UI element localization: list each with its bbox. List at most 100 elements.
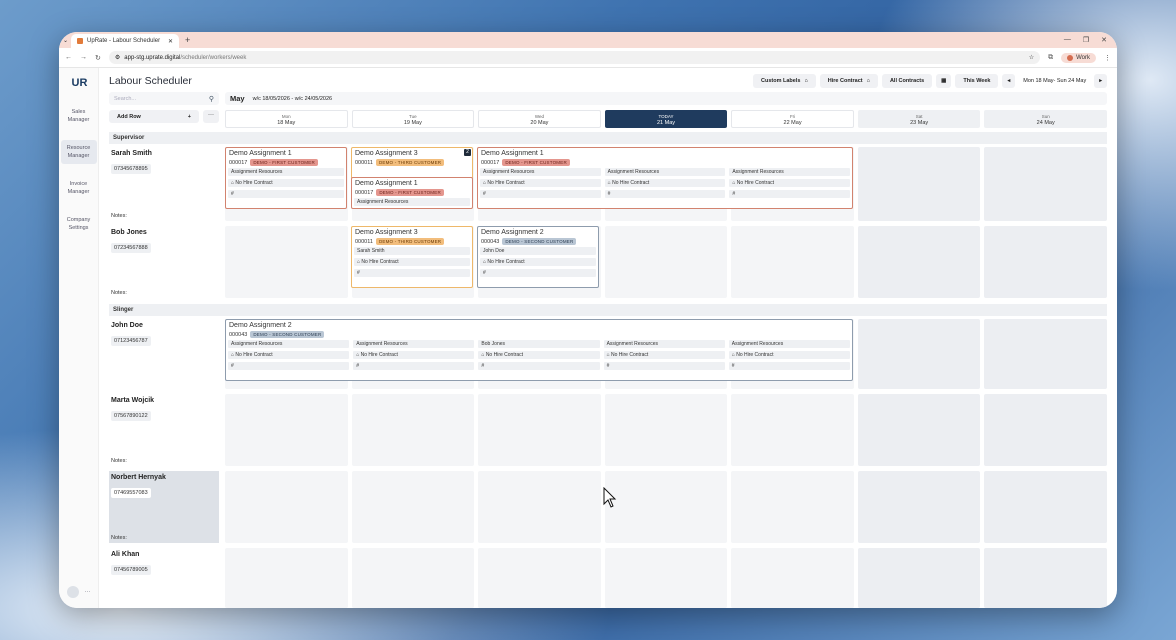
assignment-card[interactable]: Demo Assignment 1 000017 DEMO - FIRST CUS… (477, 147, 853, 209)
browser-tab[interactable]: UpRate - Labour Scheduler ✕ (71, 34, 180, 48)
day-cell[interactable] (225, 226, 348, 298)
day-header-sun[interactable]: Sun 24 May (984, 110, 1107, 128)
close-window-icon[interactable]: ✕ (1101, 36, 1107, 44)
add-row-button[interactable]: Add Row + (109, 110, 199, 123)
day-cell[interactable] (478, 548, 601, 608)
day-cell[interactable] (604, 394, 728, 466)
day-header-wed[interactable]: Wed 20 May (478, 110, 601, 128)
stack-count-badge[interactable]: 2 (464, 149, 471, 156)
assignment-resources[interactable]: Assignment Resources (354, 198, 470, 206)
day-cell[interactable] (984, 548, 1107, 608)
custom-labels-button[interactable]: Custom Labels ⌂ (753, 74, 816, 88)
maximize-icon[interactable]: ❐ (1083, 36, 1089, 44)
site-info-icon[interactable]: ⚙ (115, 54, 120, 61)
day-cell[interactable] (225, 548, 348, 608)
day-cell[interactable] (731, 226, 854, 298)
user-avatar[interactable] (66, 586, 79, 598)
worker-cell[interactable]: Sarah Smith 07345678895 Notes: (109, 147, 219, 221)
minimize-icon[interactable]: — (1064, 36, 1071, 44)
day-cell[interactable] (857, 147, 981, 221)
day-cell[interactable] (857, 394, 981, 466)
day-cell[interactable] (731, 394, 854, 466)
day-cell[interactable] (351, 394, 475, 466)
notes-label[interactable]: Notes: (111, 213, 127, 219)
prev-week-button[interactable]: ◂ (1002, 74, 1016, 88)
day-cell[interactable] (857, 226, 981, 298)
worker-cell[interactable]: Norbert Hernyak 07469557083 Notes: (109, 471, 219, 543)
reload-icon[interactable]: ↻ (95, 54, 101, 62)
uprate-logo[interactable]: UR (72, 76, 88, 90)
assigned-worker[interactable]: Sarah Smith (354, 247, 470, 255)
tab-close-icon[interactable]: ✕ (168, 38, 173, 45)
assignment-resources[interactable]: Assignment Resources (603, 340, 725, 348)
day-cell[interactable] (604, 226, 728, 298)
day-cell[interactable] (857, 471, 981, 543)
day-cell[interactable] (604, 471, 728, 543)
day-cell[interactable] (984, 147, 1107, 221)
search-icon[interactable]: ⚲ (209, 95, 214, 103)
day-header-sat[interactable]: Sat 23 May (857, 110, 981, 128)
day-cell[interactable] (604, 548, 728, 608)
day-header-mon[interactable]: Mon 18 May (225, 110, 348, 128)
sidebar-item-resource-manager[interactable]: Resource Manager (60, 140, 97, 164)
worker-cell[interactable]: John Doe 07123456787 (109, 319, 219, 389)
assignment-resources[interactable]: Assignment Resources (353, 340, 475, 348)
day-cell[interactable] (478, 394, 601, 466)
assignment-resources[interactable]: Assignment Resources (604, 168, 726, 176)
day-header-fri[interactable]: Fri 22 May (731, 110, 854, 128)
assignment-resources[interactable]: Assignment Resources (728, 340, 850, 348)
notes-label[interactable]: Notes: (111, 290, 127, 296)
day-cell[interactable] (225, 471, 348, 543)
assignment-card[interactable]: Demo Assignment 3 000011 DEMO - THIRD CUS… (351, 226, 473, 288)
bookmark-star-icon[interactable]: ☆ (1029, 54, 1034, 61)
assignment-card[interactable]: Demo Assignment 1 000017 DEMO - FIRST CUS… (225, 147, 347, 209)
day-cell[interactable] (351, 471, 475, 543)
calendar-button[interactable]: ▦ (936, 74, 952, 88)
day-cell[interactable] (984, 394, 1107, 466)
new-tab-button[interactable]: + (185, 35, 190, 45)
notes-label[interactable]: Notes: (111, 535, 127, 541)
notes-label[interactable]: Notes: (111, 458, 127, 464)
browser-menu-icon[interactable]: ⋮ (1104, 54, 1111, 62)
sidebar-item-company-settings[interactable]: Company Settings (61, 212, 97, 236)
day-header-tue[interactable]: Tue 19 May (351, 110, 475, 128)
hire-contract-button[interactable]: Hire Contract ⌂ (819, 74, 878, 88)
profile-button[interactable]: Work (1061, 52, 1096, 63)
assignment-resources[interactable]: Assignment Resources (228, 168, 344, 176)
day-cell[interactable] (351, 548, 475, 608)
url-field[interactable]: ⚙ app-stg.uprate.digital/scheduler/worke… (108, 51, 1041, 64)
assignment-resources[interactable]: Assignment Resources (729, 168, 850, 176)
assignment-card[interactable]: Demo Assignment 2 000043 DEMO - SECOND CU… (477, 226, 599, 288)
day-header-today[interactable]: TODAY 21 May (604, 110, 728, 128)
all-contracts-button[interactable]: All Contracts (881, 74, 933, 88)
sidebar-more-icon[interactable]: ··· (85, 589, 91, 595)
day-cell[interactable] (731, 471, 854, 543)
assignment-resources[interactable]: Assignment Resources (228, 340, 350, 348)
next-week-button[interactable]: ▸ (1094, 74, 1107, 88)
day-cell[interactable] (731, 548, 854, 608)
forward-icon[interactable]: → (80, 54, 87, 61)
day-cell[interactable] (857, 548, 981, 608)
assignment-resources[interactable]: Assignment Resources (480, 168, 601, 176)
assignment-card[interactable]: Demo Assignment 3 000011 DEMO - THIRD CUS… (351, 147, 473, 179)
tab-menu-icon[interactable]: ⌄ (63, 37, 68, 44)
extensions-icon[interactable]: ⧉ (1048, 54, 1053, 62)
day-cell[interactable] (984, 319, 1107, 389)
assignment-card[interactable]: Demo Assignment 2 000043 DEMO - SECOND CU… (225, 319, 853, 381)
back-icon[interactable]: ← (65, 54, 72, 61)
worker-cell[interactable]: Marta Wojcik 07567890122 Notes: (109, 394, 219, 466)
sidebar-item-invoice-manager[interactable]: Invoice Manager (61, 176, 97, 200)
day-cell[interactable] (478, 471, 601, 543)
search-input[interactable]: Search... ⚲ (109, 92, 219, 105)
this-week-button[interactable]: This Week (955, 74, 999, 88)
day-cell[interactable] (984, 471, 1107, 543)
worker-cell[interactable]: Bob Jones 07234567888 Notes: (109, 226, 219, 298)
assigned-worker[interactable]: Bob Jones (478, 340, 600, 348)
sidebar-item-sales-manager[interactable]: Sales Manager (61, 104, 97, 128)
row-options-button[interactable]: ··· (203, 110, 219, 123)
assignment-card[interactable]: Demo Assignment 1 000017 DEMO - FIRST CUS… (351, 177, 473, 209)
day-cell[interactable] (857, 319, 981, 389)
day-cell[interactable] (984, 226, 1107, 298)
assigned-worker[interactable]: John Doe (480, 247, 596, 255)
day-cell[interactable] (225, 394, 348, 466)
